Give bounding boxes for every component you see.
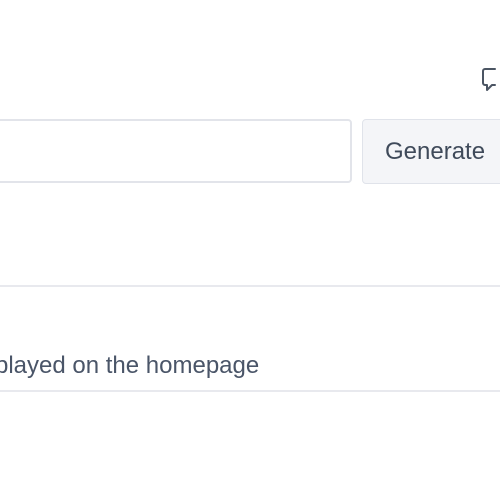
page: Generate played on the homepage — [0, 0, 500, 500]
divider — [0, 285, 500, 287]
speech-bubble-icon[interactable] — [481, 66, 500, 94]
divider — [0, 390, 500, 392]
text-input[interactable] — [0, 119, 352, 183]
generate-button[interactable]: Generate — [362, 119, 500, 184]
field-help-text: played on the homepage — [0, 352, 260, 379]
